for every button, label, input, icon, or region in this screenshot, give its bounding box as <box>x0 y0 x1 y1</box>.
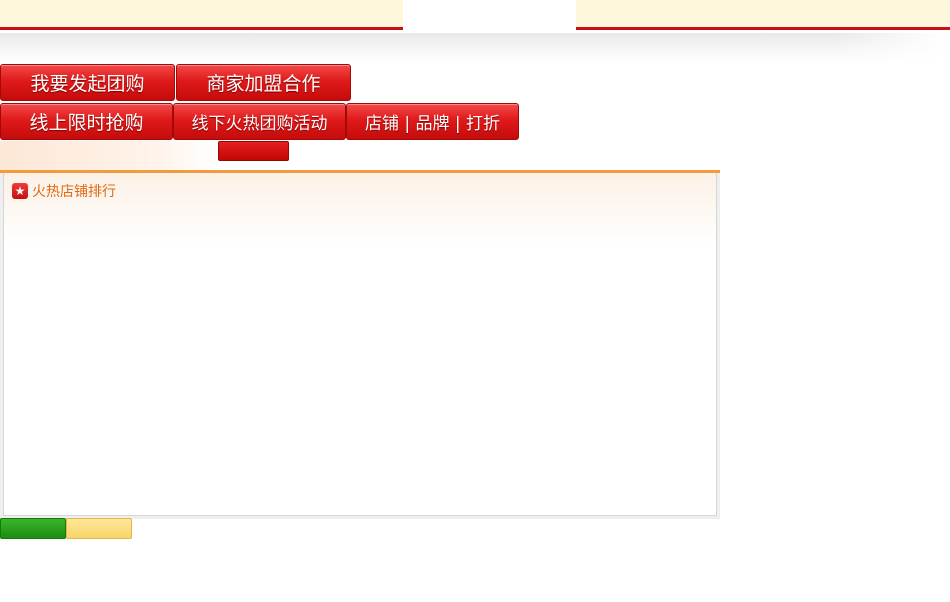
top-banner-gap <box>403 0 576 31</box>
panel-body: ★ 火热店铺排行 <box>3 173 717 516</box>
star-icon: ★ <box>12 183 28 199</box>
hot-shop-ranking-panel: ★ 火热店铺排行 <box>0 170 720 519</box>
shop-brand-discount-button[interactable]: 店铺 | 品牌 | 打折 <box>346 103 519 140</box>
merchant-join-button[interactable]: 商家加盟合作 <box>176 64 351 101</box>
header-shadow <box>0 33 950 65</box>
yellow-button[interactable] <box>66 518 132 539</box>
panel-title: 火热店铺排行 <box>32 184 116 200</box>
small-red-tab-button[interactable] <box>218 141 289 161</box>
panel-header: ★ 火热店铺排行 <box>12 181 116 201</box>
green-button[interactable] <box>0 518 66 539</box>
start-group-buy-button[interactable]: 我要发起团购 <box>0 64 175 101</box>
offline-hot-group-button[interactable]: 线下火热团购活动 <box>173 103 346 140</box>
tab-strip <box>0 141 218 170</box>
online-flash-sale-button[interactable]: 线上限时抢购 <box>0 103 173 140</box>
